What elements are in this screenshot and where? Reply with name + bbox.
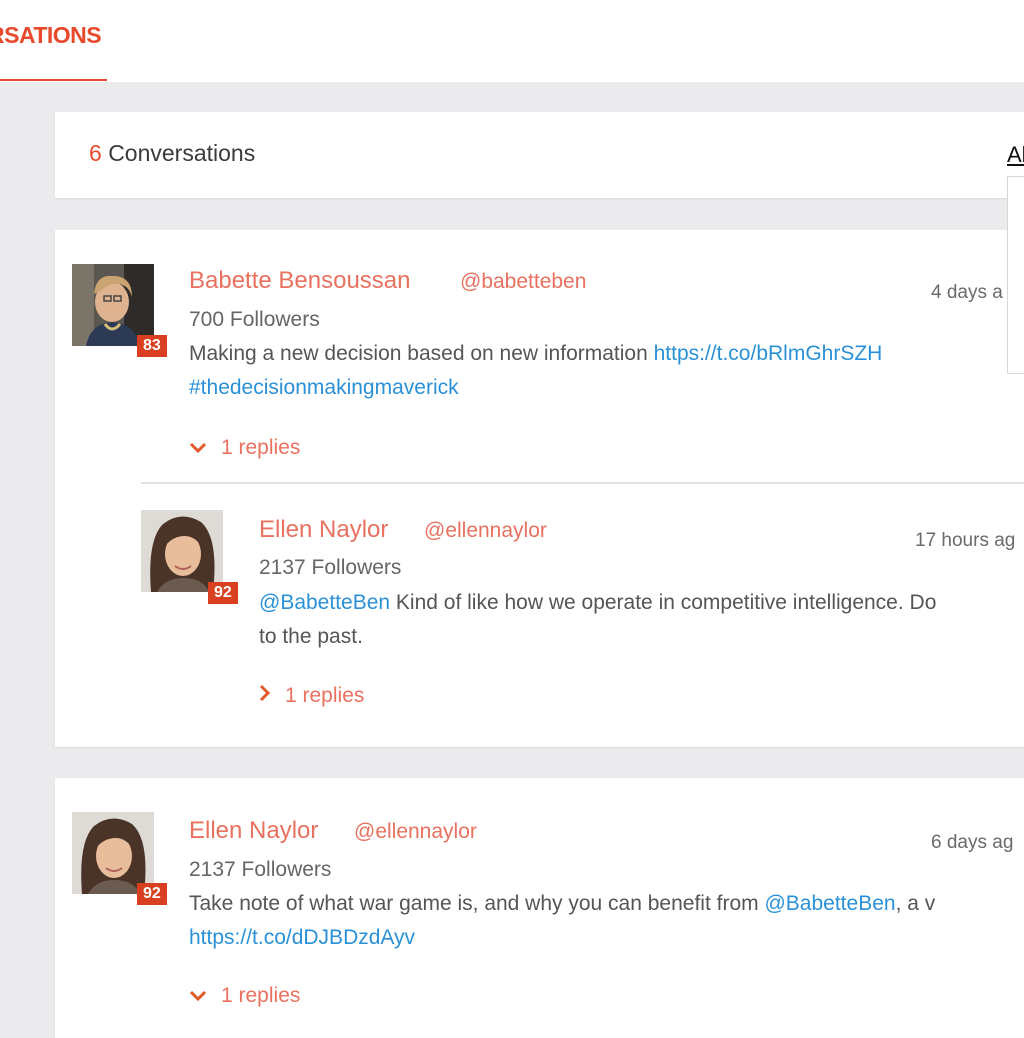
conversation-count-card: 6 Conversations Al — [55, 112, 1024, 198]
follower-count: 700 Followers — [189, 308, 320, 331]
author-name[interactable]: Ellen Naylor — [189, 817, 318, 845]
post-link[interactable]: https://t.co/bRlmGhrSZH — [654, 342, 883, 365]
post-text: Take note of what war game is, and why y… — [189, 887, 935, 921]
replies-toggle[interactable]: 1 replies — [189, 984, 300, 1008]
avatar-image — [72, 812, 154, 894]
post-timestamp: 6 days ag — [931, 832, 1014, 853]
post-link-line: https://t.co/dDJBDzdAyv — [189, 921, 415, 955]
replies-toggle[interactable]: 1 replies — [189, 436, 300, 460]
chevron-right-icon — [259, 684, 271, 708]
follower-count: 2137 Followers — [259, 556, 402, 579]
avatar-image — [141, 510, 223, 592]
post-timestamp: 4 days a — [931, 282, 1003, 303]
post-text-continued: to the past. — [259, 625, 363, 648]
hashtag-link[interactable]: #thedecisionmakingmaverick — [189, 376, 459, 399]
influence-score-badge: 83 — [137, 335, 167, 357]
replies-count: 1 replies — [221, 984, 301, 1007]
influence-score-badge: 92 — [137, 883, 167, 905]
conversation-count-label: Conversations — [108, 140, 256, 166]
conversation-card: 83 Babette Bensoussan @babetteben 4 days… — [55, 230, 1024, 747]
active-tab-indicator — [0, 79, 107, 81]
replies-count: 1 replies — [285, 684, 365, 707]
influence-score-badge: 92 — [208, 582, 238, 604]
post-hashtag-line: #thedecisionmakingmaverick — [189, 371, 459, 405]
follower-count: 2137 Followers — [189, 858, 332, 881]
author-handle[interactable]: @babetteben — [460, 270, 586, 294]
chevron-down-icon — [189, 436, 207, 460]
replies-count: 1 replies — [221, 436, 301, 459]
post-text-body: Making a new decision based on new infor… — [189, 342, 654, 365]
conversation-count: 6 Conversations — [89, 140, 255, 167]
author-handle[interactable]: @ellennaylor — [354, 820, 477, 844]
reply-divider — [141, 482, 1024, 484]
author-name[interactable]: Babette Bensoussan — [189, 267, 411, 295]
conversation-card: 92 Ellen Naylor @ellennaylor 6 days ag 2… — [55, 778, 1024, 1038]
filter-all-link[interactable]: Al — [1007, 142, 1024, 168]
avatar[interactable] — [72, 264, 154, 346]
top-nav-bar: RSATIONS — [0, 0, 1024, 82]
avatar[interactable] — [72, 812, 154, 894]
replies-toggle[interactable]: 1 replies — [259, 684, 364, 708]
post-timestamp: 17 hours ag — [915, 530, 1016, 551]
conversation-count-number: 6 — [89, 140, 102, 166]
mention-link[interactable]: @BabetteBen — [764, 892, 895, 915]
avatar[interactable] — [141, 510, 223, 592]
tab-conversations[interactable]: RSATIONS — [0, 22, 102, 49]
post-text-tail: , a v — [895, 892, 936, 915]
mention-link[interactable]: @BabetteBen — [259, 591, 390, 614]
author-handle[interactable]: @ellennaylor — [424, 519, 547, 543]
avatar-image — [72, 264, 154, 346]
post-link[interactable]: https://t.co/dDJBDzdAyv — [189, 926, 415, 949]
post-text-body: Kind of like how we operate in competiti… — [390, 591, 937, 614]
post-text: Making a new decision based on new infor… — [189, 337, 882, 371]
chevron-down-icon — [189, 984, 207, 1008]
post-text-body: Take note of what war game is, and why y… — [189, 892, 765, 915]
author-name[interactable]: Ellen Naylor — [259, 516, 388, 544]
filter-dropdown-panel[interactable] — [1007, 176, 1024, 374]
post-text: @BabetteBen Kind of like how we operate … — [259, 586, 936, 620]
